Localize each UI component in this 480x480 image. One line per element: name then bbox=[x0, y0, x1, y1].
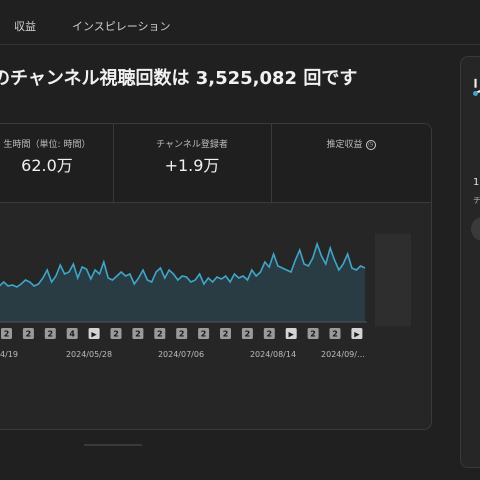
video-marker-label: 2 bbox=[157, 330, 163, 339]
video-marker-label: 2 bbox=[179, 330, 185, 339]
realtime-subtitle: チ bbox=[473, 196, 480, 205]
views-chart: 2 2 2 4 ▶ 2 2 2 2 2 2 2 2 ▶ 2 2 ▶ 4/19 2024/05/28 2024/07/… bbox=[0, 234, 411, 359]
video-marker[interactable]: 2 bbox=[198, 328, 210, 339]
live-dot-icon bbox=[473, 91, 478, 96]
x-axis-ticks: 4/19 2024/05/28 2024/07/06 2024/08/14 2024/0… bbox=[0, 350, 365, 359]
video-marker[interactable]: 2 bbox=[1, 328, 12, 339]
video-marker[interactable]: ▶ bbox=[351, 328, 363, 339]
video-marker-label: 2 bbox=[26, 330, 32, 339]
clock-icon[interactable]: ◷ bbox=[365, 139, 376, 150]
video-marker[interactable]: 2 bbox=[329, 328, 341, 339]
video-marker[interactable]: 2 bbox=[44, 328, 56, 339]
video-marker[interactable]: 2 bbox=[132, 328, 144, 339]
video-markers: 2 2 2 4 ▶ 2 2 2 2 2 2 2 2 ▶ 2 2 ▶ bbox=[1, 328, 363, 339]
realtime-panel: リ 1 チ bbox=[460, 56, 480, 468]
video-marker[interactable]: 4 bbox=[66, 328, 78, 339]
metric-watch-time-label: 生時間（単位: 時間） bbox=[3, 140, 91, 150]
video-marker-label: 2 bbox=[310, 330, 316, 339]
metric-subscribers-value: +1.9万 bbox=[164, 156, 220, 175]
video-marker-label: 2 bbox=[135, 330, 141, 339]
x-tick-label: 2024/07/06 bbox=[158, 350, 204, 359]
metric-subscribers-label: チャンネル登録者 bbox=[156, 140, 228, 150]
divider bbox=[84, 444, 142, 446]
x-tick-label: 2024/05/28 bbox=[66, 350, 112, 359]
x-tick-label: 2024/09/… bbox=[321, 350, 365, 359]
metric-revenue-label: 推定収益 bbox=[326, 140, 363, 150]
video-marker-label: 2 bbox=[267, 330, 273, 339]
video-marker-label: ▶ bbox=[289, 331, 295, 339]
video-marker[interactable]: 2 bbox=[241, 328, 253, 339]
video-marker[interactable]: 2 bbox=[176, 328, 188, 339]
video-marker-label: 4 bbox=[69, 330, 75, 339]
video-marker[interactable]: 2 bbox=[263, 328, 275, 339]
video-marker[interactable]: 2 bbox=[154, 328, 166, 339]
video-marker-label: 2 bbox=[332, 330, 338, 339]
video-marker[interactable]: ▶ bbox=[88, 328, 100, 339]
metric-revenue[interactable]: 推定収益 ◷ bbox=[271, 124, 431, 202]
tab-revenue[interactable]: 収益 bbox=[14, 18, 36, 34]
metrics-row: 生時間（単位: 時間） 62.0万 チャンネル登録者 +1.9万 推定収益 ◷ bbox=[0, 124, 431, 203]
video-marker[interactable]: 2 bbox=[220, 328, 231, 339]
video-marker[interactable]: 2 bbox=[22, 328, 34, 339]
metric-watch-time[interactable]: 生時間（単位: 時間） 62.0万 bbox=[0, 124, 114, 202]
x-tick-label: 2024/08/14 bbox=[250, 350, 296, 359]
video-marker-label: 2 bbox=[245, 330, 251, 339]
realtime-button[interactable] bbox=[471, 217, 480, 241]
video-marker-label: ▶ bbox=[354, 331, 360, 339]
video-marker-label: 2 bbox=[113, 330, 119, 339]
video-marker-label: 2 bbox=[48, 330, 54, 339]
chart-area-fill bbox=[0, 244, 365, 322]
metric-subscribers[interactable]: チャンネル登録者 +1.9万 bbox=[113, 124, 272, 202]
top-tab-bar: 収益 インスピレーション bbox=[0, 0, 480, 45]
realtime-number: 1 bbox=[473, 177, 480, 188]
video-marker[interactable]: ▶ bbox=[285, 328, 297, 339]
video-marker[interactable]: 2 bbox=[307, 328, 319, 339]
video-marker-label: 2 bbox=[201, 330, 207, 339]
page-headline: のチャンネル視聴回数は 3,525,082 回です bbox=[0, 68, 358, 89]
video-marker[interactable]: 2 bbox=[110, 328, 122, 339]
x-tick-label: 4/19 bbox=[0, 350, 18, 359]
video-marker-label: 2 bbox=[4, 330, 10, 339]
metric-revenue-label-wrap: 推定収益 ◷ bbox=[271, 137, 431, 150]
chart-overflow-shade bbox=[375, 234, 411, 326]
video-marker-label: ▶ bbox=[91, 331, 97, 339]
video-marker-label: 2 bbox=[223, 330, 229, 339]
overview-card: 生時間（単位: 時間） 62.0万 チャンネル登録者 +1.9万 推定収益 ◷ 2… bbox=[0, 123, 432, 430]
metric-watch-time-value: 62.0万 bbox=[21, 156, 73, 175]
tab-inspiration[interactable]: インスピレーション bbox=[72, 18, 171, 34]
